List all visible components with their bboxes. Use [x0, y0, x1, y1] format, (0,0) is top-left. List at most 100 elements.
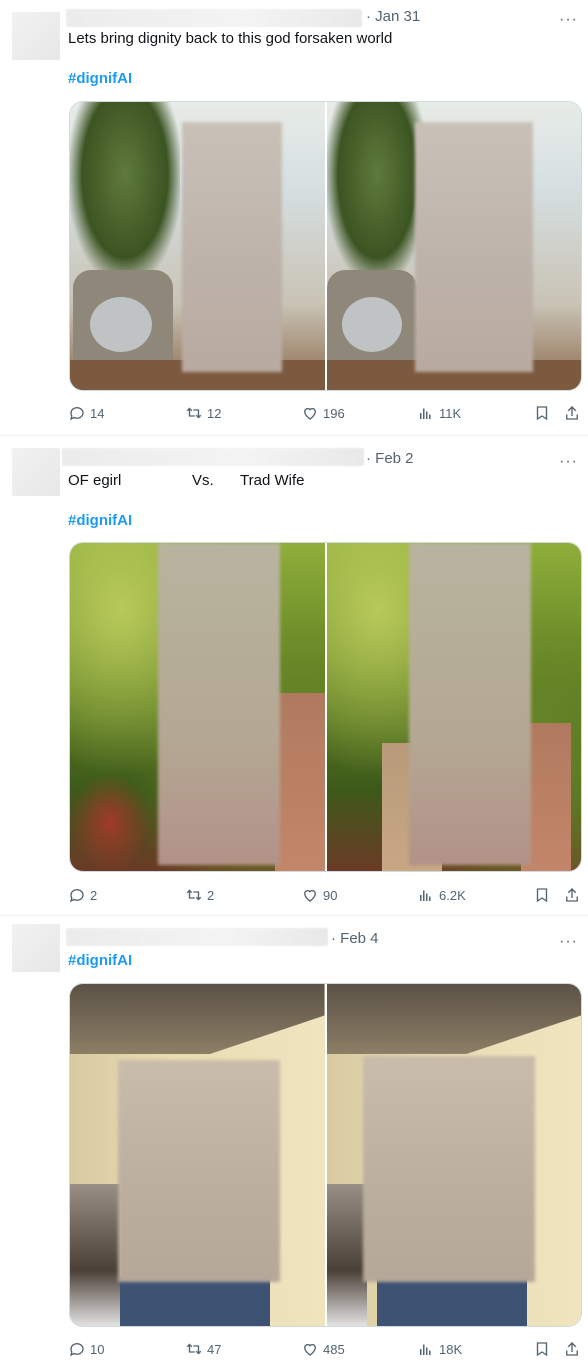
tweet-text-right: Trad Wife [240, 472, 305, 489]
stool-hole [90, 297, 152, 352]
clutter-region [326, 1184, 367, 1326]
avatar[interactable] [12, 12, 60, 60]
more-options-icon[interactable]: ··· [559, 454, 578, 470]
repost-count: 47 [207, 1341, 222, 1357]
views-count: 18K [439, 1341, 463, 1357]
share-button[interactable] [563, 1340, 581, 1358]
views-count: 11K [439, 405, 462, 421]
redacted-person [414, 122, 533, 372]
redacted-person [182, 122, 282, 372]
reply-count: 2 [90, 887, 98, 903]
dress-region [274, 693, 325, 871]
bookmark-button[interactable] [533, 404, 551, 422]
repost-icon [186, 889, 202, 901]
plant-leaf-accent [70, 773, 150, 871]
like-button[interactable]: 90 [301, 886, 337, 904]
stool-hole [341, 297, 402, 352]
like-icon [304, 407, 316, 420]
tweet-actions: 10 47 485 18K [68, 1340, 582, 1360]
bookmark-icon [536, 406, 548, 421]
views-icon [420, 1344, 431, 1355]
repost-icon [186, 1343, 202, 1355]
hashtag-link[interactable]: #dignifAI [68, 952, 132, 969]
tweet-date[interactable]: · Feb 2 [366, 450, 414, 467]
bookmark-button[interactable] [533, 1340, 551, 1358]
reply-icon [69, 889, 84, 903]
bookmark-button[interactable] [533, 886, 551, 904]
redacted-person [118, 1060, 280, 1282]
ceiling-region [70, 984, 325, 1054]
clutter-region [70, 1184, 120, 1326]
like-button[interactable]: 485 [301, 1340, 345, 1358]
tweet[interactable]: · Jan 31 ··· Lets bring dignity back to … [0, 0, 588, 436]
ceiling-region [326, 984, 581, 1054]
like-icon [304, 889, 316, 902]
tweet-text-left: OF egirl [68, 472, 122, 489]
views-count: 6.2K [439, 887, 466, 903]
views-icon [420, 408, 431, 419]
reply-count: 14 [90, 405, 105, 421]
tweet-media[interactable] [69, 983, 582, 1327]
repost-button[interactable]: 12 [185, 404, 221, 422]
media-photo[interactable] [70, 984, 325, 1326]
reply-button[interactable]: 2 [68, 886, 97, 904]
media-photo[interactable] [70, 543, 325, 871]
avatar[interactable] [12, 448, 60, 496]
share-icon [566, 888, 578, 902]
like-count: 90 [323, 887, 338, 903]
jeans-region [120, 1276, 270, 1326]
views-icon [420, 890, 431, 901]
views-button[interactable]: 18K [417, 1340, 462, 1358]
author-name-redacted [66, 928, 328, 946]
tweet-media[interactable] [69, 101, 582, 391]
share-button[interactable] [563, 404, 581, 422]
views-button[interactable]: 6.2K [417, 886, 466, 904]
more-options-icon[interactable]: ··· [559, 934, 578, 950]
like-count: 485 [323, 1341, 345, 1357]
reply-count: 10 [90, 1341, 105, 1357]
hashtag-link[interactable]: #dignifAI [68, 70, 132, 87]
author-name-redacted [62, 448, 364, 466]
reply-icon [69, 1343, 84, 1357]
jeans-region [376, 1276, 527, 1326]
redacted-person [408, 543, 531, 865]
tweet-actions: 14 12 196 11K [68, 404, 582, 424]
tweet-text: Lets bring dignity back to this god fors… [68, 30, 393, 47]
media-photo[interactable] [326, 543, 581, 871]
like-button[interactable]: 196 [301, 404, 345, 422]
plant-image-region [70, 102, 180, 282]
hashtag-link[interactable]: #dignifAI [68, 512, 132, 529]
views-button[interactable]: 11K [417, 404, 461, 422]
plant-image-region [326, 102, 427, 282]
repost-button[interactable]: 47 [185, 1340, 221, 1358]
redacted-person [158, 543, 280, 865]
reply-button[interactable]: 10 [68, 1340, 104, 1358]
redacted-person [362, 1056, 535, 1282]
reply-icon [69, 407, 84, 421]
tweet-date[interactable]: · Feb 4 [331, 930, 379, 947]
author-name-redacted [66, 9, 362, 27]
repost-count: 12 [207, 405, 222, 421]
tweet-date[interactable]: · Jan 31 [366, 8, 420, 25]
tweet[interactable]: · Feb 4 ··· #dignifAI 10 47 485 18K [0, 916, 588, 1366]
repost-button[interactable]: 2 [185, 886, 214, 904]
bookmark-icon [536, 1342, 548, 1357]
avatar[interactable] [12, 924, 60, 972]
tweet-media[interactable] [69, 542, 582, 872]
share-icon [566, 406, 578, 420]
share-icon [566, 1342, 578, 1356]
tweet[interactable]: · Feb 2 ··· OF egirl Vs. Trad Wife #dign… [0, 436, 588, 916]
bookmark-icon [536, 888, 548, 903]
media-photo[interactable] [326, 984, 581, 1326]
reply-button[interactable]: 14 [68, 404, 104, 422]
media-photo[interactable] [70, 102, 325, 390]
tweet-actions: 2 2 90 6.2K [68, 886, 582, 906]
more-options-icon[interactable]: ··· [559, 12, 578, 28]
like-icon [304, 1343, 316, 1356]
media-photo[interactable] [326, 102, 581, 390]
tweet-text-mid: Vs. [192, 472, 214, 489]
repost-icon [186, 407, 202, 419]
like-count: 196 [323, 405, 345, 421]
share-button[interactable] [563, 886, 581, 904]
repost-count: 2 [207, 887, 215, 903]
